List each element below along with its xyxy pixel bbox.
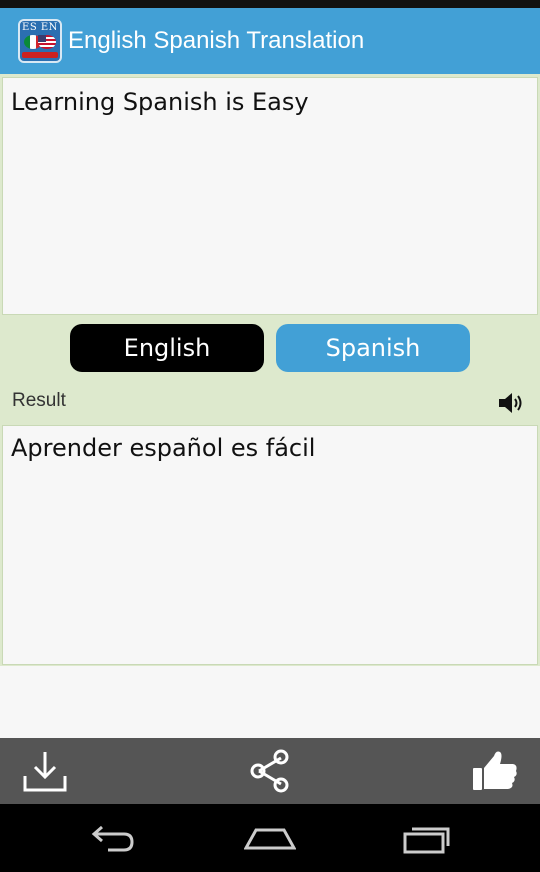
- content-spacer: [0, 666, 540, 738]
- app-title: English Spanish Translation: [68, 27, 365, 54]
- main-content: Learning Spanish is Easy English Spanish…: [0, 74, 540, 738]
- home-icon[interactable]: [244, 822, 296, 856]
- language-selector: English Spanish: [0, 324, 540, 372]
- system-nav-bar: [0, 804, 540, 872]
- thumbs-up-icon[interactable]: [470, 746, 520, 796]
- recent-apps-icon[interactable]: [402, 822, 454, 856]
- english-button[interactable]: English: [70, 324, 264, 372]
- bottom-toolbar: [0, 738, 540, 804]
- share-icon[interactable]: [245, 746, 295, 796]
- result-header: Result: [0, 388, 540, 418]
- download-icon[interactable]: [20, 746, 70, 796]
- status-bar: [0, 0, 540, 8]
- translation-result: Aprender español es fácil: [2, 425, 538, 665]
- result-label: Result: [12, 390, 66, 411]
- source-text-input[interactable]: Learning Spanish is Easy: [2, 77, 538, 315]
- app-logo-icon: ES EN: [18, 19, 62, 63]
- speaker-icon[interactable]: [497, 391, 525, 415]
- spanish-button[interactable]: Spanish: [276, 324, 470, 372]
- app-bar: ES EN English Spanish Translation: [0, 8, 540, 74]
- back-icon[interactable]: [86, 822, 138, 856]
